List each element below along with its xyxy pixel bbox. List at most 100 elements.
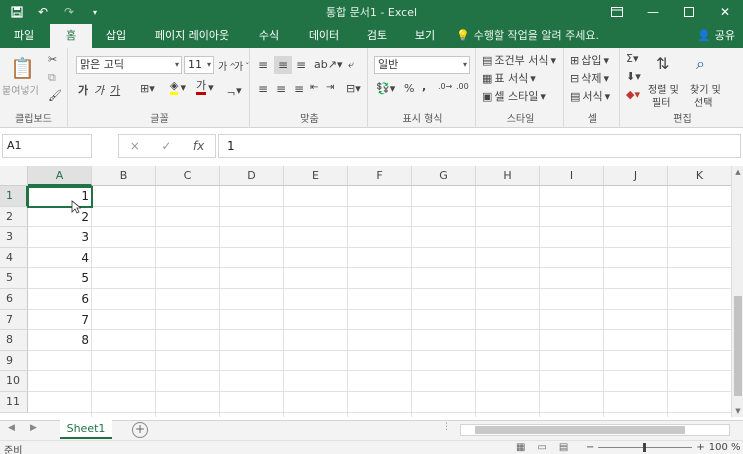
decrease-decimal-icon[interactable]: .00	[456, 82, 469, 91]
row-header-8[interactable]: 8	[0, 330, 28, 351]
border-icon[interactable]: ⊞▾	[140, 82, 155, 95]
cell-a7[interactable]: 7	[28, 310, 92, 330]
cell-a6[interactable]: 6	[28, 289, 92, 309]
fill-icon[interactable]: ⬇▾	[626, 70, 641, 83]
cut-icon[interactable]: ✂	[48, 53, 57, 66]
scroll-up-icon[interactable]: ▲	[732, 168, 743, 176]
row-header-2[interactable]: 2	[0, 206, 28, 228]
column-header-g[interactable]: G	[412, 166, 476, 186]
copy-icon[interactable]: ⧉	[48, 71, 56, 85]
tab-home[interactable]: 홈	[50, 24, 92, 48]
enter-icon[interactable]: ✓	[161, 139, 171, 153]
search-icon[interactable]: ⌕	[696, 54, 705, 74]
increase-indent-icon[interactable]: ⇥	[326, 82, 334, 93]
cell-a3[interactable]: 3	[28, 227, 92, 247]
minimize-icon[interactable]: —	[635, 0, 671, 24]
decrease-indent-icon[interactable]: ⇤	[310, 82, 318, 93]
column-header-d[interactable]: D	[220, 166, 284, 186]
share-button[interactable]: 👤 공유	[697, 24, 735, 48]
row-header-10[interactable]: 10	[0, 371, 28, 392]
wrap-text-icon[interactable]: ⤶	[348, 58, 354, 72]
percent-button[interactable]: %	[404, 82, 414, 95]
select-label[interactable]: 선택	[694, 94, 712, 109]
sheet-tab[interactable]: Sheet1	[60, 420, 112, 439]
font-size-select[interactable]: 11 ▾	[184, 56, 214, 74]
cell-a4[interactable]: 4	[28, 248, 92, 268]
format-as-table-button[interactable]: ▦ 표 서식 ▾	[482, 70, 536, 86]
tab-formulas[interactable]: 수식	[248, 24, 290, 48]
row-header-4[interactable]: 4	[0, 247, 28, 269]
tell-me-box[interactable]: 💡 수행할 작업을 알려 주세요.	[456, 24, 599, 48]
paste-button[interactable]: 붙여넣기	[2, 82, 39, 97]
name-box[interactable]: A1	[2, 134, 92, 158]
cell-a5[interactable]: 5	[28, 268, 92, 288]
page-layout-view-icon[interactable]: ▭	[537, 442, 546, 453]
fill-color-icon[interactable]: ◈ ▾	[170, 80, 186, 95]
cell-a8[interactable]: 8	[28, 330, 92, 350]
column-header-i[interactable]: I	[540, 166, 604, 186]
row-header-3[interactable]: 3	[0, 227, 28, 248]
merge-center-icon[interactable]: ⊟▾	[346, 82, 361, 95]
sheet-next-icon[interactable]: ▶	[30, 423, 37, 433]
sort-filter-icon[interactable]: ⇅	[656, 54, 669, 73]
tab-review[interactable]: 검토	[356, 24, 398, 48]
add-sheet-icon[interactable]: +	[132, 422, 148, 438]
cancel-icon[interactable]: ×	[130, 139, 140, 153]
cell-styles-button[interactable]: ▣ 셀 스타일 ▾	[482, 88, 546, 104]
horizontal-scrollbar[interactable]	[460, 424, 730, 436]
maximize-icon[interactable]	[671, 0, 707, 24]
row-header-9[interactable]: 9	[0, 350, 28, 372]
select-all-button[interactable]	[0, 166, 28, 186]
vertical-scrollbar[interactable]: ▲ ▼	[731, 166, 743, 417]
column-header-e[interactable]: E	[284, 166, 348, 186]
row-header-11[interactable]: 11	[0, 392, 28, 413]
zoom-slider-knob[interactable]	[643, 443, 647, 452]
row-header-7[interactable]: 7	[0, 309, 28, 331]
column-header-a[interactable]: A	[28, 166, 92, 186]
font-name-select[interactable]: 맑은 고딕 ▾	[76, 56, 182, 74]
format-painter-icon[interactable]: 🖌	[48, 89, 62, 102]
vertical-scroll-thumb[interactable]	[734, 296, 742, 396]
tab-view[interactable]: 보기	[404, 24, 446, 48]
formula-input[interactable]: 1	[218, 134, 741, 158]
worksheet-grid[interactable]: ABCDEFGHIJK 1 2 3 4 5 6 7 8 9 10 11 12345678	[0, 166, 731, 417]
align-left-icon[interactable]: ≡	[258, 82, 268, 96]
insert-function-icon[interactable]: fx	[193, 139, 204, 153]
ribbon-display-icon[interactable]	[599, 0, 635, 24]
column-header-c[interactable]: C	[156, 166, 220, 186]
zoom-level[interactable]: 100 %	[709, 442, 741, 453]
column-header-j[interactable]: J	[604, 166, 668, 186]
column-header-h[interactable]: H	[476, 166, 540, 186]
tab-insert[interactable]: 삽입	[94, 24, 138, 48]
cell-a2[interactable]: 2	[28, 207, 92, 227]
align-center-icon[interactable]: ≡	[276, 82, 286, 96]
tab-page-layout[interactable]: 페이지 레이아웃	[140, 24, 244, 48]
italic-button[interactable]: 가	[94, 82, 104, 98]
format-cells-button[interactable]: ▤ 서식 ▾	[570, 88, 610, 104]
zoom-in-button[interactable]: +	[696, 442, 704, 453]
horizontal-scroll-thumb[interactable]	[475, 426, 685, 434]
decrease-font-icon[interactable]: 가ˇ	[234, 58, 249, 74]
bold-button[interactable]: 가	[78, 82, 88, 98]
page-break-view-icon[interactable]: ▤	[559, 442, 568, 453]
font-color-button[interactable]: 가 ▾	[196, 80, 214, 95]
align-middle-icon[interactable]: ≡	[274, 56, 292, 74]
paste-icon[interactable]: 📋	[10, 56, 35, 80]
insert-cells-button[interactable]: ⊞ 삽입 ▾	[570, 52, 609, 68]
accounting-format-icon[interactable]: 💱▾	[376, 82, 395, 95]
tab-file[interactable]: 파일	[0, 24, 48, 48]
increase-decimal-icon[interactable]: .0→	[438, 82, 452, 91]
row-header-6[interactable]: 6	[0, 289, 28, 310]
comma-button[interactable]: ,	[422, 80, 426, 93]
conditional-format-button[interactable]: ▤ 조건부 서식 ▾	[482, 52, 556, 68]
row-header-5[interactable]: 5	[0, 268, 28, 289]
column-header-b[interactable]: B	[92, 166, 156, 186]
scroll-down-icon[interactable]: ▼	[732, 407, 743, 415]
zoom-slider[interactable]	[598, 443, 693, 452]
align-bottom-icon[interactable]: ≡	[296, 58, 306, 72]
column-header-k[interactable]: K	[668, 166, 731, 186]
column-header-f[interactable]: F	[348, 166, 412, 186]
zoom-out-button[interactable]: −	[586, 442, 594, 453]
align-right-icon[interactable]: ≡	[294, 82, 304, 96]
phonetic-icon[interactable]: ᆨ▾	[226, 82, 242, 98]
